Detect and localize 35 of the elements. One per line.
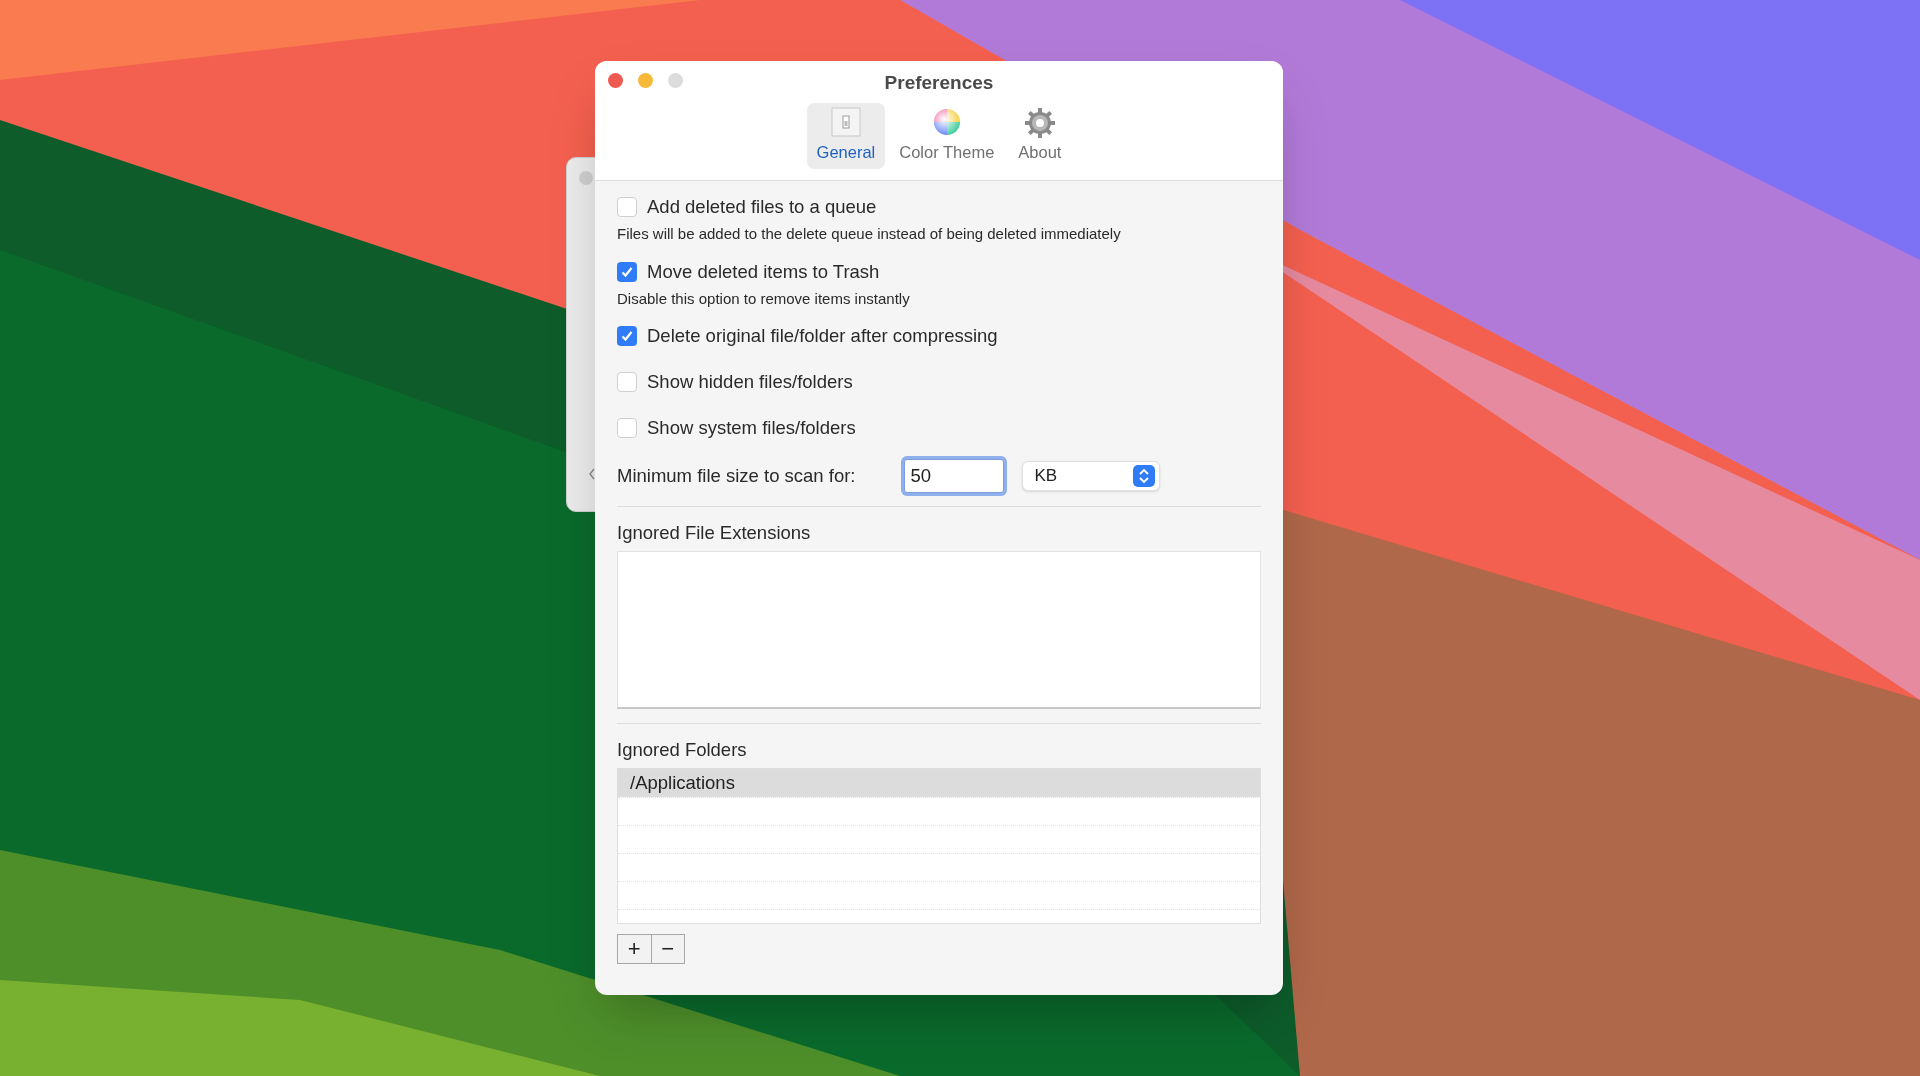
minimize-icon[interactable] xyxy=(638,73,653,88)
checkbox[interactable] xyxy=(617,372,637,392)
checkbox[interactable] xyxy=(617,326,637,346)
unit-dropdown[interactable]: KB xyxy=(1021,461,1160,491)
close-icon[interactable] xyxy=(608,73,623,88)
checkbox[interactable] xyxy=(617,261,637,282)
min-size-label: Minimum file size to scan for: xyxy=(617,464,856,489)
toolbar-tab[interactable]: About xyxy=(1008,103,1072,169)
toolbar-tab[interactable]: Color Theme xyxy=(889,103,1005,169)
option-label: Add deleted files to a queue xyxy=(647,195,877,220)
switch-icon xyxy=(830,107,861,137)
stepper-arrows-icon xyxy=(1132,465,1155,487)
add-button[interactable]: + xyxy=(618,934,651,963)
folder-row[interactable]: /Applications xyxy=(618,768,1260,797)
checkbox[interactable] xyxy=(617,418,637,438)
option-label: Show hidden files/folders xyxy=(647,370,853,395)
option-label: Show system files/folders xyxy=(647,416,856,441)
zoom-icon[interactable] xyxy=(668,73,683,88)
toolbar-tab[interactable]: General xyxy=(806,103,886,169)
checkmark-icon xyxy=(620,264,634,279)
size-input-field[interactable]: 50 xyxy=(903,459,1004,493)
extensions-list[interactable] xyxy=(617,550,1261,709)
section-label: Ignored File Extensions xyxy=(617,521,812,545)
window-title: Preferences xyxy=(884,71,994,95)
chevron-left-icon[interactable] xyxy=(589,468,595,480)
color-wheel-icon xyxy=(931,107,962,137)
remove-button[interactable]: − xyxy=(650,934,684,963)
settings-icon xyxy=(1023,107,1056,139)
checkmark-icon xyxy=(620,329,634,343)
option-description: Disable this option to remove items instantly xyxy=(617,288,911,309)
option-label: Move deleted items to Trash xyxy=(647,259,880,284)
section-label: Ignored Folders xyxy=(617,737,748,762)
checkbox[interactable] xyxy=(617,197,637,217)
option-label: Delete original file/folder after compressing xyxy=(647,324,998,349)
option-description: Files will be added to the delete queue instead of being deleted immediately xyxy=(617,224,1122,244)
